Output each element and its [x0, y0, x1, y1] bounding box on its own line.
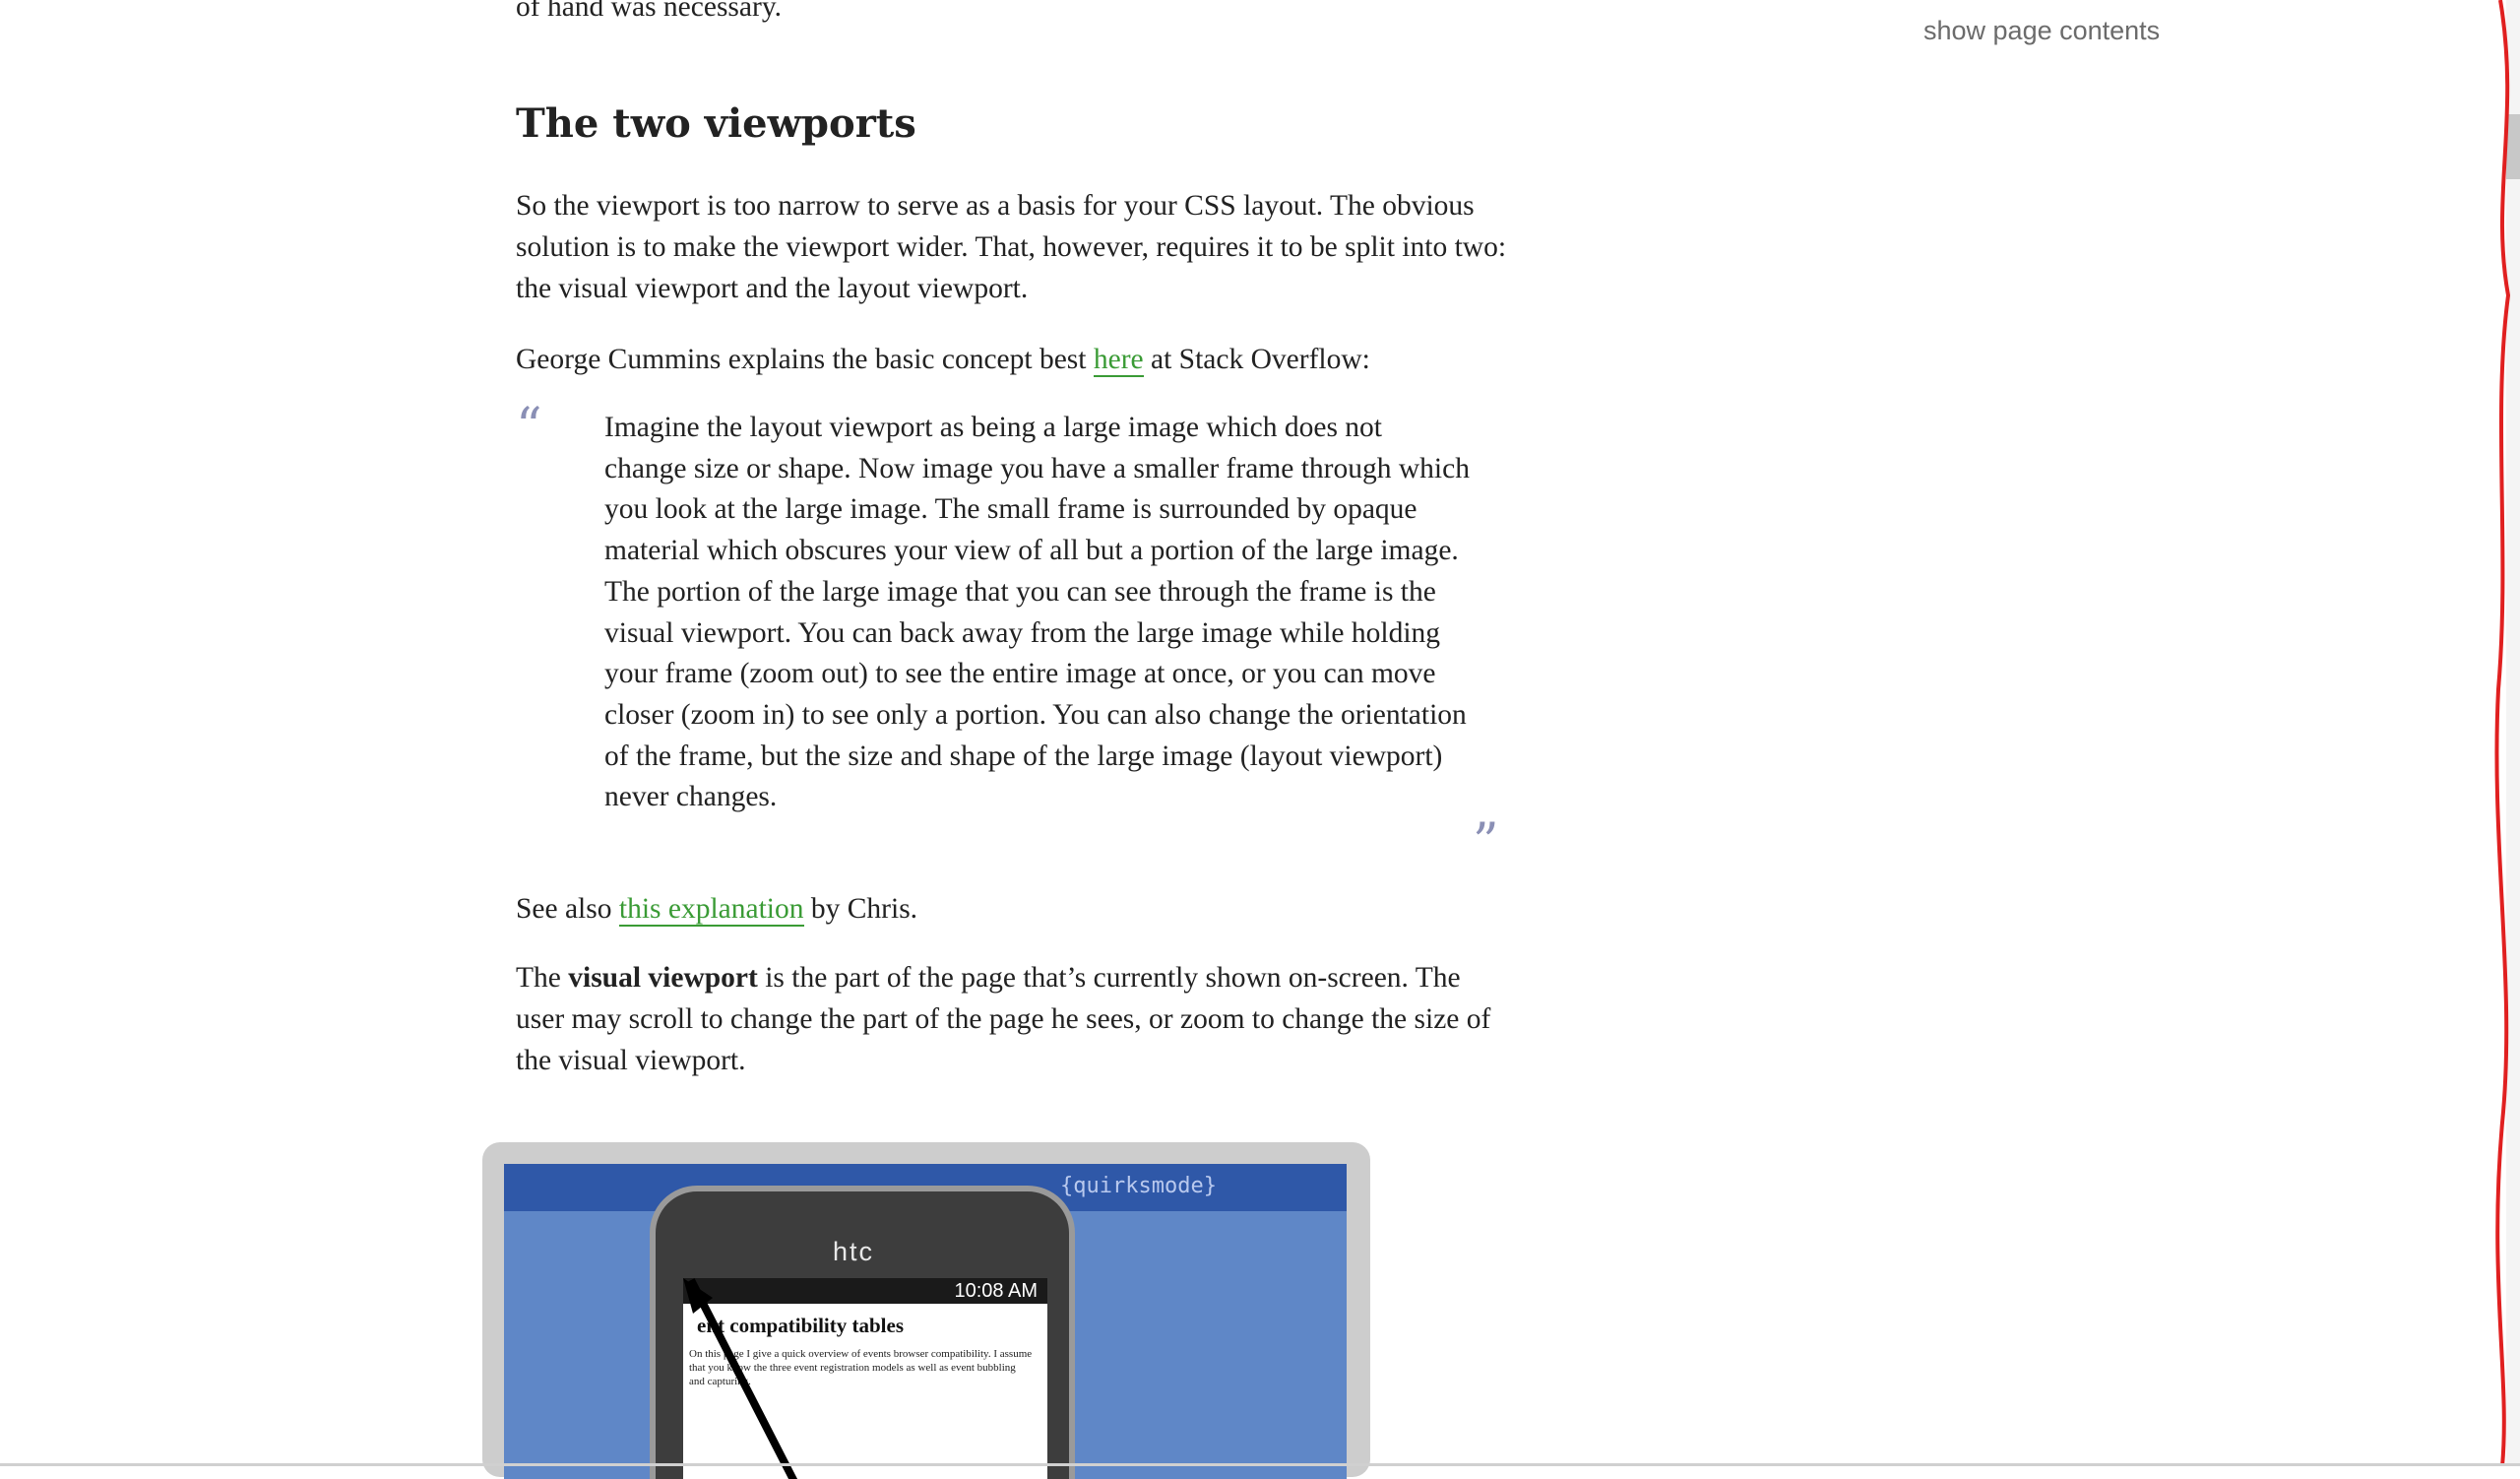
paragraph-viewport-narrow: So the viewport is too narrow to serve a… — [516, 190, 1507, 304]
phone-screen: 10:08 AM ent compatibility tables On thi… — [683, 1278, 1047, 1479]
red-annotation-line — [2494, 0, 2511, 1466]
p2-text-after: at Stack Overflow: — [1143, 344, 1370, 375]
link-here[interactable]: here — [1093, 344, 1144, 377]
figure-image: {quirksmode} htc 10:08 AM ent compatibil… — [482, 1142, 1370, 1479]
blockquote: Imagine the layout viewport as being a l… — [604, 412, 1470, 813]
paragraph-george-cummins: George Cummins explains the basic concep… — [516, 339, 1510, 380]
open-quote-icon: “ — [516, 398, 542, 457]
link-this-explanation[interactable]: this explanation — [618, 893, 804, 927]
site-title: {quirksmode} — [1060, 1174, 1217, 1198]
arrow-icon — [683, 1278, 798, 1479]
paragraph-visual-viewport: The visual viewport is the part of the p… — [516, 957, 1510, 1081]
show-page-contents-link[interactable]: show page contents — [1923, 16, 2160, 46]
p4-text-before: The — [516, 962, 569, 994]
phone-brand: htc — [833, 1237, 875, 1266]
section-heading: The two viewports — [516, 100, 916, 147]
p2-text-before: George Cummins explains the basic concep… — [516, 344, 1094, 375]
phone-illustration: htc 10:08 AM ent compatibility tables On… — [650, 1186, 1075, 1479]
p4-bold-term: visual viewport — [568, 962, 758, 994]
page-top-fragment: of hand was necessary. — [516, 0, 783, 23]
close-quote-icon: ” — [1473, 813, 1499, 872]
p3-text-after: by Chris. — [803, 893, 918, 925]
figure-screenshot: {quirksmode} htc 10:08 AM ent compatibil… — [504, 1164, 1347, 1479]
p3-text-before: See also — [516, 893, 619, 925]
paragraph-see-also: See also this explanation by Chris. — [516, 888, 1510, 930]
